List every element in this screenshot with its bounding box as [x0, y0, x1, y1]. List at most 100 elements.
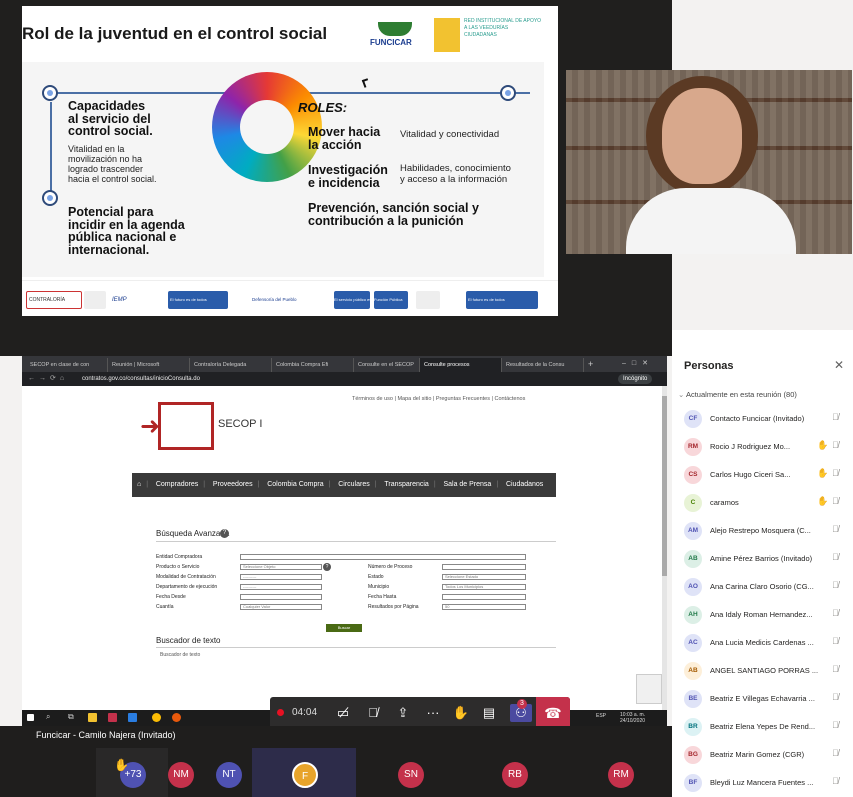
browser-tab[interactable]: Colombia Compra Efi: [272, 358, 354, 372]
home-icon[interactable]: ⌂: [137, 481, 141, 488]
scrollbar-thumb[interactable]: [662, 396, 667, 576]
language-indicator[interactable]: ESP: [596, 713, 606, 719]
resultados-select[interactable]: 50: [442, 604, 526, 610]
close-icon[interactable]: ✕: [834, 358, 844, 372]
nav-colombia-compra[interactable]: Colombia Compra: [267, 481, 323, 488]
raise-hand-icon[interactable]: ✋: [450, 704, 472, 722]
participant-row[interactable]: AH Ana Idaly Roman Hernandez... 🎙̸: [672, 602, 853, 630]
participant-row[interactable]: AB Amine Pérez Barrios (Invitado) 🎙̸: [672, 546, 853, 574]
participant-row[interactable]: AO Ana Carina Claro Osorio (CG... 🎙̸: [672, 574, 853, 602]
modalidad-select[interactable]: ----------: [240, 574, 322, 580]
participant-name: Beatriz E Villegas Echavarria ...: [710, 694, 815, 703]
speaker-face: [662, 88, 742, 184]
participant-row[interactable]: CF Contacto Funcicar (Invitado) 🎙̸: [672, 406, 853, 434]
entidad-input[interactable]: [240, 554, 526, 560]
browser-tab[interactable]: SECOP en clase de con: [26, 358, 108, 372]
participant-avatar[interactable]: NT: [216, 762, 242, 788]
nav-sala-de-prensa[interactable]: Sala de Prensa: [443, 481, 491, 488]
estado-select[interactable]: Seleccione Estado: [442, 574, 526, 580]
participant-avatar[interactable]: RM: [608, 762, 634, 788]
participant-row[interactable]: BR Beatriz Elena Yepes De Rend... 🎙̸: [672, 714, 853, 742]
text-search-input[interactable]: Buscador de texto: [160, 652, 200, 658]
file-explorer-icon[interactable]: [88, 713, 97, 722]
participant-avatar[interactable]: RB: [502, 762, 528, 788]
mic-muted-icon[interactable]: 🎙̸: [832, 580, 839, 590]
mic-muted-icon[interactable]: 🎙̸: [832, 692, 839, 702]
browser-tab[interactable]: Contraloría Delegada: [190, 358, 272, 372]
fecha-desde-input[interactable]: [240, 594, 322, 600]
participant-avatar[interactable]: NM: [168, 762, 194, 788]
chrome-icon[interactable]: [152, 713, 161, 722]
app-icon[interactable]: [108, 713, 117, 722]
nav-transparencia[interactable]: Transparencia: [384, 481, 429, 488]
browser-tab[interactable]: Consulte en el SECOP: [354, 358, 420, 372]
browser-tab-active[interactable]: Consulte procesos: [420, 358, 502, 372]
window-controls-icon[interactable]: –□✕: [622, 358, 654, 370]
mic-off-icon[interactable]: 🎙̸: [362, 704, 384, 722]
incognito-badge[interactable]: Incógnito: [618, 374, 653, 384]
nav-arrows-icon[interactable]: ←→⟳⌂: [28, 373, 68, 385]
participant-row[interactable]: Ccaramos ✋ 🎙̸: [672, 490, 853, 518]
new-tab-icon[interactable]: +: [588, 358, 593, 370]
numero-input[interactable]: [442, 564, 526, 570]
participant-row[interactable]: RM Rocio J Rodriguez Mo... ✋ 🎙̸: [672, 434, 853, 462]
chat-icon[interactable]: ▤: [478, 704, 500, 722]
mic-muted-icon[interactable]: 🎙̸: [832, 636, 839, 646]
nav-ciudadanos[interactable]: Ciudadanos: [506, 481, 543, 488]
label-producto: Producto o Servicio: [156, 564, 200, 570]
participant-row[interactable]: AB ANGEL SANTIAGO PORRAS ... 🎙̸: [672, 658, 853, 686]
site-top-links[interactable]: Términos de uso | Mapa del sitio | Pregu…: [352, 396, 525, 402]
nav-proveedores[interactable]: Proveedores: [213, 481, 253, 488]
nav-compradores[interactable]: Compradores: [156, 481, 198, 488]
participant-avatar: AH: [684, 606, 702, 624]
participant-avatar: BG: [684, 746, 702, 764]
participant-row[interactable]: AC Ana Lucia Medicis Cardenas ... 🎙̸: [672, 630, 853, 658]
app-icon[interactable]: [128, 713, 137, 722]
mic-muted-icon[interactable]: 🎙̸: [832, 776, 839, 786]
mic-muted-icon[interactable]: 🎙̸: [832, 412, 839, 422]
participant-avatar[interactable]: F: [292, 762, 318, 788]
producto-select[interactable]: Seleccione Objeto: [240, 564, 322, 570]
browser-tab[interactable]: Resultados de la Consu: [502, 358, 584, 372]
search-button[interactable]: Buscar: [326, 624, 362, 632]
more-options-icon[interactable]: ···: [422, 704, 444, 722]
camera-off-icon[interactable]: ▭̸: [332, 704, 354, 722]
mic-muted-icon[interactable]: 🎙̸: [832, 748, 839, 758]
browser-tab[interactable]: Reunión | Microsoft: [108, 358, 190, 372]
participant-row[interactable]: BG Beatriz Marin Gomez (CGR) 🎙̸: [672, 742, 853, 770]
search-icon[interactable]: ⌕: [46, 712, 50, 722]
in-meeting-header[interactable]: ⌄ Actualmente en esta reunión (80): [678, 390, 797, 399]
mic-muted-icon[interactable]: 🎙̸: [832, 720, 839, 730]
url-field[interactable]: contratos.gov.co/consultas/inicioConsult…: [82, 374, 612, 384]
participant-name: caramos: [710, 498, 739, 507]
mic-muted-icon[interactable]: 🎙̸: [832, 608, 839, 618]
participant-row[interactable]: CS Carlos Hugo Ciceri Sa... ✋ 🎙̸: [672, 462, 853, 490]
mic-muted-icon[interactable]: 🎙̸: [832, 496, 839, 506]
hang-up-button[interactable]: ☎: [536, 697, 570, 729]
recaptcha-icon[interactable]: [636, 674, 662, 704]
label-fecha-hasta: Fecha Hasta: [368, 594, 397, 600]
participant-avatar[interactable]: SN: [398, 762, 424, 788]
participant-row[interactable]: BF Bleydi Luz Mancera Fuentes ... 🎙̸: [672, 770, 853, 797]
fecha-hasta-input[interactable]: [442, 594, 526, 600]
nav-circulares[interactable]: Circulares: [338, 481, 370, 488]
share-screen-icon[interactable]: ⇪: [392, 704, 414, 722]
firefox-icon[interactable]: [172, 713, 181, 722]
mic-muted-icon[interactable]: 🎙̸: [832, 552, 839, 562]
help-icon[interactable]: ?: [220, 529, 229, 538]
slide-title: Rol de la juventud en el control social: [22, 24, 328, 43]
mic-muted-icon[interactable]: 🎙̸: [832, 524, 839, 534]
cuantia-select[interactable]: Cualquier Valor: [240, 604, 322, 610]
departamento-select[interactable]: ----------: [240, 584, 322, 590]
mic-muted-icon[interactable]: 🎙̸: [832, 664, 839, 674]
mic-muted-icon[interactable]: 🎙̸: [832, 468, 839, 478]
participant-row[interactable]: BE Beatriz E Villegas Echavarria ... 🎙̸: [672, 686, 853, 714]
windows-start-icon[interactable]: [27, 714, 34, 721]
help-icon[interactable]: ?: [323, 563, 331, 571]
participant-row[interactable]: AM Alejo Restrepo Mosquera (C... 🎙̸: [672, 518, 853, 546]
task-view-icon[interactable]: ⧉: [68, 712, 74, 722]
taskbar-clock[interactable]: 10:03 a. m. 24/10/2020: [620, 712, 645, 724]
mic-muted-icon[interactable]: 🎙̸: [832, 440, 839, 450]
secop-arrow-icon: ➜: [140, 413, 161, 440]
municipio-select[interactable]: Todos Los Municipios: [442, 584, 526, 590]
